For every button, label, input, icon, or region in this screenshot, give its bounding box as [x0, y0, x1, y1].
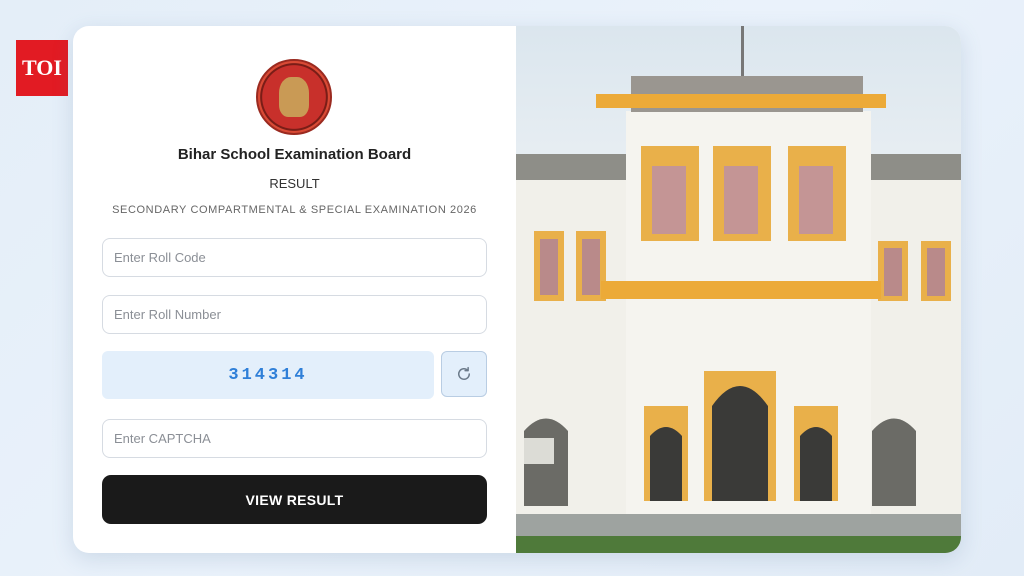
- board-name: Bihar School Examination Board: [177, 146, 412, 163]
- login-form-panel: Bihar School Examination Board RESULT SE…: [73, 26, 516, 553]
- roll-code-input[interactable]: [102, 238, 487, 277]
- building-illustration: [516, 26, 961, 553]
- refresh-icon: [458, 366, 470, 380]
- view-result-button[interactable]: VIEW RESULT: [102, 475, 487, 524]
- result-card: Bihar School Examination Board RESULT SE…: [73, 26, 961, 553]
- building-photo: [516, 26, 961, 553]
- toi-logo: TOI: [16, 40, 68, 96]
- page-title: RESULT: [269, 176, 320, 191]
- captcha-input[interactable]: [102, 419, 487, 458]
- captcha-display: 314314: [102, 351, 434, 399]
- toi-logo-text: TOI: [22, 55, 62, 80]
- captcha-refresh-button[interactable]: [441, 351, 487, 397]
- bseb-emblem-icon: [256, 59, 332, 135]
- roll-number-input[interactable]: [102, 295, 487, 334]
- exam-name: SECONDARY COMPARTMENTAL & SPECIAL EXAMIN…: [112, 204, 477, 216]
